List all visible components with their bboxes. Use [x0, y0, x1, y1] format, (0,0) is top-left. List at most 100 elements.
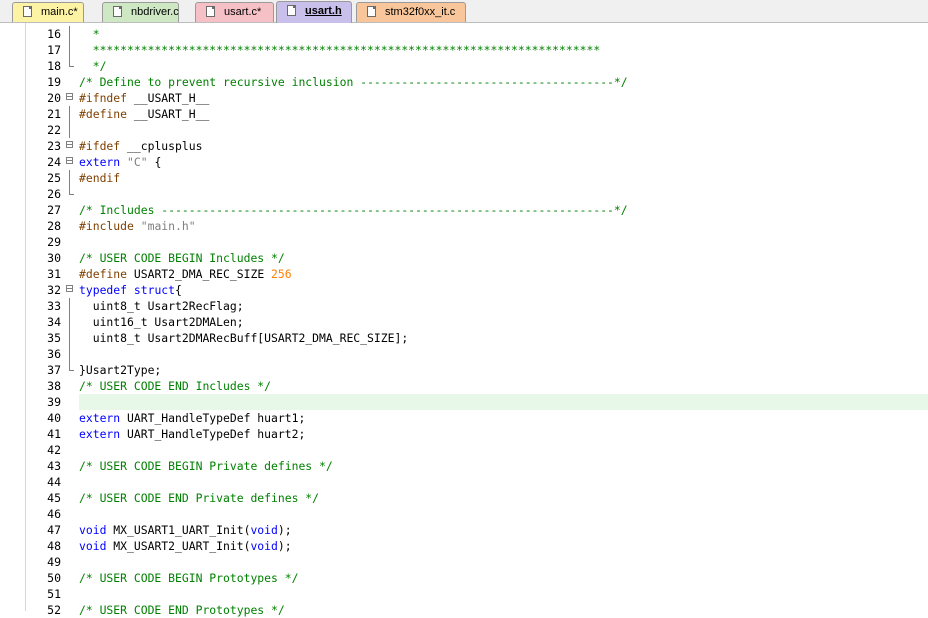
token-plain: __cplusplus — [120, 139, 203, 153]
code-line[interactable]: 37}Usart2Type; — [0, 362, 928, 378]
tab-main-c[interactable]: main.c* — [12, 2, 84, 22]
code-area[interactable]: 16 * 17 *********************************… — [0, 23, 928, 617]
code-text[interactable]: * — [79, 26, 928, 42]
code-text[interactable]: uint8_t Usart2RecFlag; — [79, 298, 928, 314]
code-line[interactable]: 27 /* Includes --------------------------… — [0, 202, 928, 218]
code-line[interactable]: 34 uint16_t Usart2DMALen; — [0, 314, 928, 330]
fold-toggle-icon[interactable] — [64, 154, 76, 170]
code-text[interactable]: #endif — [79, 170, 928, 186]
code-line[interactable]: 52 /* USER CODE END Prototypes */ — [0, 602, 928, 618]
token-kw: void — [79, 539, 107, 553]
code-text[interactable]: #define __USART_H__ — [79, 106, 928, 122]
code-text[interactable]: extern UART_HandleTypeDef huart1; — [79, 410, 928, 426]
code-line[interactable]: 39 — [0, 394, 928, 410]
code-line[interactable]: 38 /* USER CODE END Includes */ — [0, 378, 928, 394]
code-text[interactable]: uint8_t Usart2DMARecBuff[USART2_DMA_REC_… — [79, 330, 928, 346]
code-text[interactable]: #include "main.h" — [79, 218, 928, 234]
line-number: 52 — [47, 603, 61, 617]
code-line[interactable]: 25 #endif — [0, 170, 928, 186]
tab-label: main.c* — [41, 6, 78, 18]
code-line[interactable]: 18 */ — [0, 58, 928, 74]
code-text[interactable] — [79, 506, 928, 522]
fold-toggle-icon[interactable] — [64, 282, 76, 298]
code-line[interactable]: 41 extern UART_HandleTypeDef huart2; — [0, 426, 928, 442]
code-line[interactable]: 45 /* USER CODE END Private defines */ — [0, 490, 928, 506]
code-text[interactable]: /* USER CODE BEGIN Includes */ — [79, 250, 928, 266]
line-number: 33 — [47, 299, 61, 313]
code-line[interactable]: 35 uint8_t Usart2DMARecBuff[USART2_DMA_R… — [0, 330, 928, 346]
code-text[interactable] — [79, 122, 928, 138]
code-text[interactable] — [79, 394, 928, 410]
tab-stm32f0xx-it-c[interactable]: stm32f0xx_it.c — [356, 2, 466, 22]
line-number: 34 — [47, 315, 61, 329]
code-line[interactable]: 23 #ifdef __cplusplus — [0, 138, 928, 154]
code-line[interactable]: 20 #ifndef __USART_H__ — [0, 90, 928, 106]
code-text[interactable]: /* Includes ----------------------------… — [79, 202, 928, 218]
token-str: "C" — [127, 155, 148, 169]
code-text[interactable] — [79, 346, 928, 362]
code-text[interactable]: /* Define to prevent recursive inclusion… — [79, 74, 928, 90]
code-line[interactable]: 47 void MX_USART1_UART_Init(void); — [0, 522, 928, 538]
code-text[interactable]: /* USER CODE END Includes */ — [79, 378, 928, 394]
code-line[interactable]: 43 /* USER CODE BEGIN Private defines */ — [0, 458, 928, 474]
tab-nbdriver-c[interactable]: nbdriver.c — [102, 2, 179, 22]
code-line[interactable]: 44 — [0, 474, 928, 490]
code-text[interactable]: typedef struct{ — [79, 282, 928, 298]
code-line[interactable]: 33 uint8_t Usart2RecFlag; — [0, 298, 928, 314]
code-text[interactable]: void MX_USART2_UART_Init(void); — [79, 538, 928, 554]
line-number: 26 — [47, 187, 61, 201]
code-text[interactable] — [79, 234, 928, 250]
code-text[interactable]: extern UART_HandleTypeDef huart2; — [79, 426, 928, 442]
code-line[interactable]: 22 — [0, 122, 928, 138]
code-line[interactable]: 51 — [0, 586, 928, 602]
code-text[interactable]: }Usart2Type; — [79, 362, 928, 378]
line-number: 23 — [47, 139, 61, 153]
code-text[interactable] — [79, 554, 928, 570]
code-text[interactable]: /* USER CODE BEGIN Private defines */ — [79, 458, 928, 474]
code-line[interactable]: 42 — [0, 442, 928, 458]
code-text[interactable]: void MX_USART1_UART_Init(void); — [79, 522, 928, 538]
code-line[interactable]: 48 void MX_USART2_UART_Init(void); — [0, 538, 928, 554]
fold-toggle-icon[interactable] — [64, 90, 76, 106]
token-pp: #define — [79, 107, 128, 121]
line-number: 42 — [47, 443, 61, 457]
code-line[interactable]: 17 *************************************… — [0, 42, 928, 58]
code-text[interactable] — [79, 186, 928, 202]
code-text[interactable]: /* USER CODE BEGIN Prototypes */ — [79, 570, 928, 586]
code-editor[interactable]: 16 * 17 *********************************… — [0, 23, 928, 617]
code-line[interactable]: 50 /* USER CODE BEGIN Prototypes */ — [0, 570, 928, 586]
fold-margin-marker — [64, 410, 76, 426]
code-text[interactable]: /* USER CODE END Prototypes */ — [79, 602, 928, 618]
code-text[interactable] — [79, 442, 928, 458]
code-text[interactable]: uint16_t Usart2DMALen; — [79, 314, 928, 330]
code-text[interactable]: extern "C" { — [79, 154, 928, 170]
code-text[interactable]: #ifdef __cplusplus — [79, 138, 928, 154]
code-line[interactable]: 19 /* Define to prevent recursive inclusi… — [0, 74, 928, 90]
code-line[interactable]: 40 extern UART_HandleTypeDef huart1; — [0, 410, 928, 426]
code-line[interactable]: 28 #include "main.h" — [0, 218, 928, 234]
code-line[interactable]: 31 #define USART2_DMA_REC_SIZE 256 — [0, 266, 928, 282]
code-text[interactable]: #define USART2_DMA_REC_SIZE 256 — [79, 266, 928, 282]
code-text[interactable]: #ifndef __USART_H__ — [79, 90, 928, 106]
code-text[interactable] — [79, 586, 928, 602]
code-text[interactable]: /* USER CODE END Private defines */ — [79, 490, 928, 506]
code-line[interactable]: 24 extern "C" { — [0, 154, 928, 170]
code-text[interactable]: ****************************************… — [79, 42, 928, 58]
code-line[interactable]: 49 — [0, 554, 928, 570]
code-line[interactable]: 30 /* USER CODE BEGIN Includes */ — [0, 250, 928, 266]
fold-margin-marker — [64, 330, 76, 346]
code-line[interactable]: 36 — [0, 346, 928, 362]
code-line[interactable]: 21 #define __USART_H__ — [0, 106, 928, 122]
code-line[interactable]: 26 — [0, 186, 928, 202]
token-kw: typedef — [79, 283, 128, 297]
code-text[interactable] — [79, 474, 928, 490]
tab-usart-c[interactable]: usart.c* — [195, 2, 274, 22]
code-line[interactable]: 46 — [0, 506, 928, 522]
fold-toggle-icon[interactable] — [64, 138, 76, 154]
tab-usart-h[interactable]: usart.h — [276, 1, 352, 23]
file-icon — [367, 6, 376, 17]
code-text[interactable]: */ — [79, 58, 928, 74]
code-line[interactable]: 29 — [0, 234, 928, 250]
code-line[interactable]: 32 typedef struct{ — [0, 282, 928, 298]
code-line[interactable]: 16 * — [0, 26, 928, 42]
